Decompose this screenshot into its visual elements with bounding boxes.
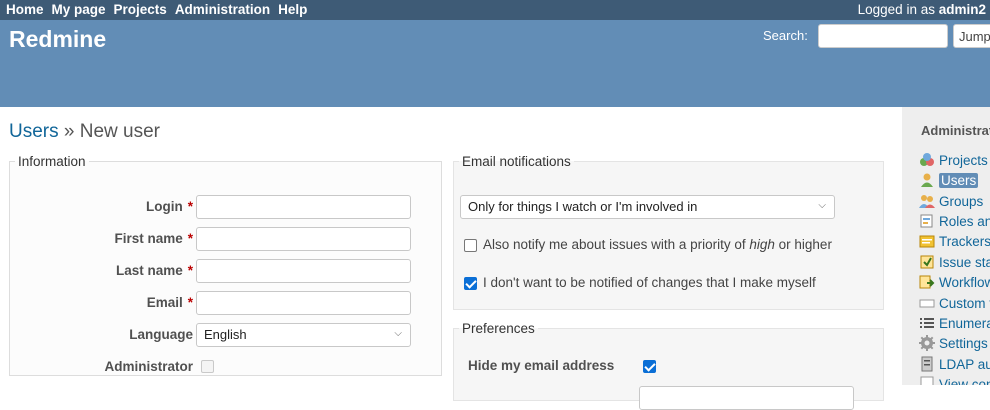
- required-mark: *: [187, 231, 193, 246]
- sidebar-item-users[interactable]: Users: [919, 172, 990, 190]
- email-notifications-legend: Email notifications: [462, 154, 571, 169]
- top-menu-my-page[interactable]: My page: [52, 2, 106, 17]
- user-icon: [921, 173, 933, 187]
- sidebar-item-groups[interactable]: Groups: [919, 193, 990, 211]
- roles-icon: [920, 214, 933, 228]
- sidebar-item-label: LDAP authentication: [939, 357, 990, 372]
- first-name-input[interactable]: [196, 227, 411, 251]
- header: Redmine Search: Jump: [0, 20, 990, 107]
- login-label: Login *: [145, 199, 193, 214]
- language-row: Language English ⌵: [10, 323, 443, 347]
- email-label: Email *: [146, 295, 193, 310]
- logged-in-prefix: Logged in as: [857, 2, 935, 17]
- administrator-checkbox[interactable]: [201, 360, 214, 373]
- sidebar-item-label: Settings: [939, 336, 988, 351]
- mail-notification-select[interactable]: Only for things I watch or I'm involved …: [460, 195, 835, 219]
- breadcrumb-separator: »: [58, 121, 80, 142]
- priority-value: high: [749, 237, 775, 252]
- preferences-legend: Preferences: [462, 321, 535, 336]
- sidebar-item-label: Trackers: [939, 234, 990, 249]
- first-name-row: First name *: [10, 227, 443, 251]
- sidebar-item-label: Projects: [939, 153, 988, 168]
- information-legend: Information: [18, 154, 86, 169]
- sidebar-item-label: Roles and permissions: [939, 214, 990, 229]
- sidebar-title: Administration: [921, 123, 990, 138]
- preferences-select[interactable]: [639, 386, 854, 410]
- issue-status-icon: [920, 255, 934, 269]
- sidebar-item-label: Workflow: [939, 275, 990, 290]
- login-row: Login *: [10, 195, 443, 219]
- server-icon: [921, 356, 933, 372]
- top-menu-help[interactable]: Help: [278, 2, 307, 17]
- sidebar-item-roles[interactable]: Roles and permissions: [919, 213, 990, 231]
- tracker-icon: [919, 235, 935, 248]
- breadcrumb-users-link[interactable]: Users: [9, 121, 59, 142]
- projects-icon: [920, 153, 934, 166]
- search-input[interactable]: [818, 24, 948, 48]
- sidebar-item-label: Custom fields: [939, 296, 990, 311]
- sidebar-item-label: View configuration: [939, 377, 990, 385]
- top-menu-administration[interactable]: Administration: [175, 2, 270, 17]
- first-name-label: First name *: [114, 231, 193, 246]
- custom-fields-icon: [919, 299, 935, 308]
- no-self-notified-label: I don't want to be notified of changes t…: [483, 275, 816, 290]
- sidebar-item-workflow[interactable]: Workflow: [919, 274, 990, 292]
- preferences-fieldset: Preferences Hide my email address: [453, 321, 884, 410]
- email-row: Email *: [10, 291, 443, 315]
- sidebar-item-custom-fields[interactable]: Custom fields: [919, 295, 990, 313]
- info-icon: [920, 376, 934, 385]
- required-mark: *: [187, 199, 193, 214]
- sidebar-item-trackers[interactable]: Trackers: [919, 233, 990, 251]
- sidebar-item-projects[interactable]: Projects: [919, 152, 990, 170]
- sidebar-item-issue-statuses[interactable]: Issue statuses: [919, 254, 990, 272]
- sidebar-item-label: Issue statuses: [939, 255, 990, 270]
- notify-priority-label: Also notify me about issues with a prior…: [483, 237, 832, 252]
- chevron-down-icon: ⌵: [818, 200, 826, 211]
- sidebar-item-settings[interactable]: Settings: [919, 335, 990, 353]
- top-menu-projects[interactable]: Projects: [114, 2, 167, 17]
- hide-mail-label: Hide my email address: [468, 358, 615, 373]
- sidebar-item-label: Enumerations: [939, 316, 990, 331]
- last-name-row: Last name *: [10, 259, 443, 283]
- logged-in-user-link[interactable]: admin2: [939, 2, 986, 17]
- email-notifications-fieldset: Email notifications Only for things I wa…: [453, 154, 884, 310]
- language-value: English: [204, 327, 247, 342]
- notify-priority-checkbox[interactable]: [464, 239, 477, 252]
- group-icon: [919, 195, 935, 208]
- sidebar-item-label: Groups: [939, 194, 984, 209]
- search-label: Search:: [763, 28, 808, 43]
- hide-mail-checkbox[interactable]: [643, 360, 656, 373]
- sidebar-item-enumerations[interactable]: Enumerations: [919, 315, 990, 333]
- top-menu-links: Home My page Projects Administration Hel…: [6, 2, 307, 17]
- breadcrumb-current: New user: [79, 121, 160, 142]
- top-menu: Home My page Projects Administration Hel…: [0, 0, 990, 20]
- chevron-down-icon: ⌵: [394, 328, 402, 339]
- last-name-label: Last name *: [115, 263, 193, 278]
- logged-in-info: Logged in as admin2: [858, 2, 986, 17]
- top-menu-home[interactable]: Home: [6, 2, 44, 17]
- no-self-notified-checkbox[interactable]: [464, 277, 477, 290]
- mail-notification-value: Only for things I watch or I'm involved …: [468, 199, 698, 214]
- administrator-row: Administrator: [10, 355, 443, 379]
- app-title: Redmine: [9, 26, 107, 52]
- language-label: Language: [129, 327, 193, 342]
- required-mark: *: [187, 295, 193, 310]
- sidebar: Administration Projects Users Groups Rol…: [902, 107, 990, 385]
- settings-icon: [919, 335, 935, 351]
- page-title: Users » New user: [9, 121, 160, 143]
- jump-to-project-select[interactable]: Jump: [953, 24, 990, 48]
- sidebar-item-label: Users: [939, 173, 979, 188]
- main-content: Users » New user Information Login * Firs…: [0, 107, 902, 410]
- email-input[interactable]: [196, 291, 411, 315]
- workflow-icon: [919, 275, 935, 289]
- administrator-label: Administrator: [104, 359, 193, 374]
- sidebar-item-ldap[interactable]: LDAP authentication: [919, 356, 990, 374]
- language-select[interactable]: English ⌵: [196, 323, 411, 347]
- sidebar-item-view-configuration[interactable]: View configuration: [919, 376, 990, 385]
- login-input[interactable]: [196, 195, 411, 219]
- list-icon: [920, 318, 934, 328]
- last-name-input[interactable]: [196, 259, 411, 283]
- required-mark: *: [187, 263, 193, 278]
- information-fieldset: Information Login * First name * Last name…: [9, 154, 442, 376]
